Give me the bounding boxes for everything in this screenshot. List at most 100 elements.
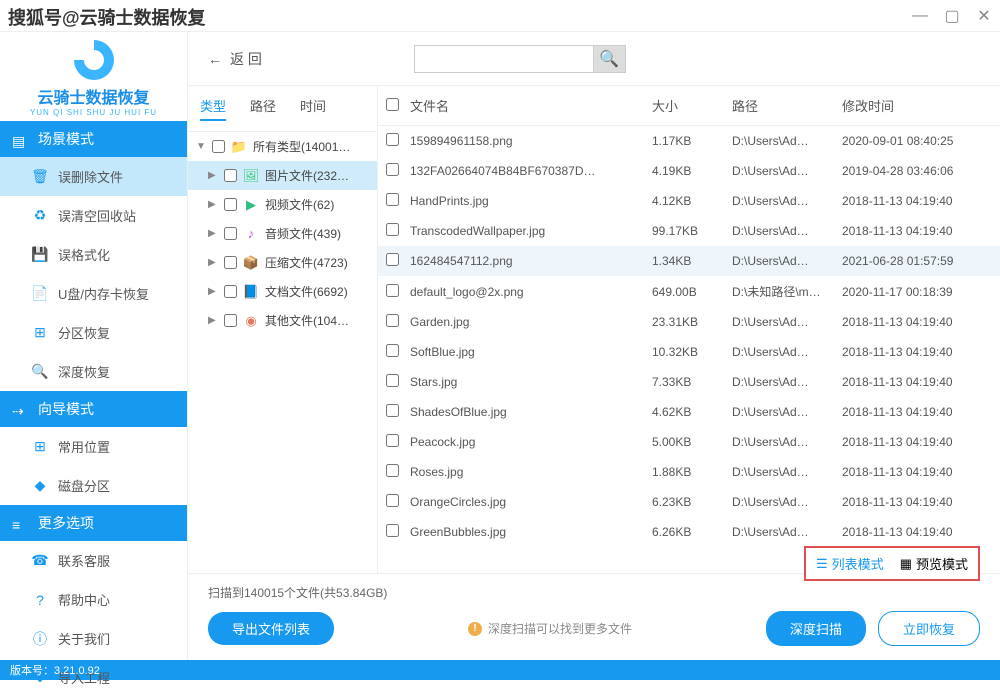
- export-list-button[interactable]: 导出文件列表: [208, 612, 334, 645]
- tree-checkbox[interactable]: [224, 285, 237, 298]
- file-checkbox[interactable]: [386, 163, 399, 176]
- tab-type[interactable]: 类型: [200, 96, 226, 121]
- col-name-header[interactable]: 文件名: [410, 96, 652, 115]
- file-checkbox[interactable]: [386, 344, 399, 357]
- expand-arrow-icon[interactable]: ▼: [196, 141, 206, 152]
- file-row[interactable]: default_logo@2x.png 649.00B D:\未知路径\m… 2…: [378, 276, 1000, 307]
- col-size-header[interactable]: 大小: [652, 96, 732, 115]
- search-input[interactable]: [414, 45, 594, 73]
- logo-title: 云骑士数据恢复: [0, 84, 187, 108]
- sidebar-item[interactable]: ⓘ关于我们: [0, 619, 187, 658]
- minimize-button[interactable]: —: [912, 8, 928, 24]
- file-checkbox[interactable]: [386, 374, 399, 387]
- file-checkbox[interactable]: [386, 284, 399, 297]
- nav-item-icon: ◆: [32, 478, 48, 494]
- preview-mode-button[interactable]: ▦ 预览模式: [900, 554, 968, 573]
- nav-item-icon: ⓘ: [32, 631, 48, 647]
- file-time: 2018-11-13 04:19:40: [842, 435, 992, 449]
- file-row[interactable]: ShadesOfBlue.jpg 4.62KB D:\Users\Ad… 201…: [378, 397, 1000, 427]
- file-checkbox[interactable]: [386, 223, 399, 236]
- expand-arrow-icon[interactable]: ▶: [208, 315, 218, 326]
- expand-arrow-icon[interactable]: ▶: [208, 199, 218, 210]
- close-button[interactable]: ✕: [976, 8, 992, 24]
- file-checkbox[interactable]: [386, 434, 399, 447]
- file-row[interactable]: 159894961158.png 1.17KB D:\Users\Ad… 202…: [378, 126, 1000, 156]
- sidebar-item[interactable]: ◆磁盘分区: [0, 466, 187, 505]
- file-checkbox[interactable]: [386, 133, 399, 146]
- tree-item[interactable]: ▶ ▶ 视频文件(62): [188, 190, 377, 219]
- file-checkbox[interactable]: [386, 524, 399, 537]
- tree-checkbox[interactable]: [224, 227, 237, 240]
- file-row[interactable]: 132FA02664074B84BF670387D… 4.19KB D:\Use…: [378, 156, 1000, 186]
- tree-checkbox[interactable]: [224, 314, 237, 327]
- file-row[interactable]: TranscodedWallpaper.jpg 99.17KB D:\Users…: [378, 216, 1000, 246]
- file-checkbox[interactable]: [386, 494, 399, 507]
- expand-arrow-icon[interactable]: ▶: [208, 170, 218, 181]
- col-path-header[interactable]: 路径: [732, 96, 842, 115]
- file-checkbox[interactable]: [386, 314, 399, 327]
- file-row[interactable]: Garden.jpg 23.31KB D:\Users\Ad… 2018-11-…: [378, 307, 1000, 337]
- file-time: 2019-04-28 03:46:06: [842, 164, 992, 178]
- tree-item[interactable]: ▶ ♪ 音频文件(439): [188, 219, 377, 248]
- list-mode-button[interactable]: ☰ 列表模式: [816, 554, 884, 573]
- tree-checkbox[interactable]: [224, 256, 237, 269]
- tree-checkbox[interactable]: [224, 198, 237, 211]
- file-row[interactable]: HandPrints.jpg 4.12KB D:\Users\Ad… 2018-…: [378, 186, 1000, 216]
- tree-item[interactable]: ▶ 📦 压缩文件(4723): [188, 248, 377, 277]
- tree-item[interactable]: ▶ 📘 文档文件(6692): [188, 277, 377, 306]
- sidebar-item[interactable]: 💾误格式化: [0, 235, 187, 274]
- nav-item-icon: 💾: [32, 247, 48, 263]
- file-name: 162484547112.png: [410, 254, 652, 268]
- sidebar-item[interactable]: ⊞分区恢复: [0, 313, 187, 352]
- sidebar-item[interactable]: 🔍深度恢复: [0, 352, 187, 391]
- recover-button[interactable]: 立即恢复: [878, 611, 980, 646]
- file-row[interactable]: Roses.jpg 1.88KB D:\Users\Ad… 2018-11-13…: [378, 457, 1000, 487]
- file-row[interactable]: Stars.jpg 7.33KB D:\Users\Ad… 2018-11-13…: [378, 367, 1000, 397]
- sidebar-item[interactable]: ⊞常用位置: [0, 427, 187, 466]
- nav-item-icon: ☎: [32, 553, 48, 569]
- tree-label: 其他文件(104…: [265, 312, 369, 329]
- tree-item[interactable]: ▼ 📁 所有类型(14001…: [188, 132, 377, 161]
- grid-icon: ▦: [900, 556, 912, 572]
- file-checkbox[interactable]: [386, 253, 399, 266]
- sidebar-item[interactable]: ☎联系客服: [0, 541, 187, 580]
- tab-path[interactable]: 路径: [250, 96, 276, 121]
- deep-scan-button[interactable]: 深度扫描: [766, 611, 866, 646]
- nav-item-icon: 📄: [32, 286, 48, 302]
- search-button[interactable]: 🔍: [594, 45, 626, 73]
- tree-item[interactable]: ▶ 🖼 图片文件(232…: [188, 161, 377, 190]
- file-row[interactable]: SoftBlue.jpg 10.32KB D:\Users\Ad… 2018-1…: [378, 337, 1000, 367]
- file-checkbox[interactable]: [386, 464, 399, 477]
- file-row[interactable]: 162484547112.png 1.34KB D:\Users\Ad… 202…: [378, 246, 1000, 276]
- file-row[interactable]: OrangeCircles.jpg 6.23KB D:\Users\Ad… 20…: [378, 487, 1000, 517]
- file-row[interactable]: GreenBubbles.jpg 6.26KB D:\Users\Ad… 201…: [378, 517, 1000, 547]
- maximize-button[interactable]: ▢: [944, 8, 960, 24]
- sidebar-item[interactable]: ♻误清空回收站: [0, 196, 187, 235]
- sidebar-item[interactable]: 🗑误删除文件: [0, 157, 187, 196]
- tree-checkbox[interactable]: [212, 140, 225, 153]
- file-name: default_logo@2x.png: [410, 285, 652, 299]
- sidebar-item[interactable]: 📄U盘/内存卡恢复: [0, 274, 187, 313]
- expand-arrow-icon[interactable]: ▶: [208, 228, 218, 239]
- back-button[interactable]: ← 返 回: [208, 49, 262, 69]
- expand-arrow-icon[interactable]: ▶: [208, 286, 218, 297]
- logo-icon: [74, 40, 114, 80]
- file-name: 132FA02664074B84BF670387D…: [410, 164, 652, 178]
- expand-arrow-icon[interactable]: ▶: [208, 257, 218, 268]
- file-checkbox[interactable]: [386, 193, 399, 206]
- file-row[interactable]: Peacock.jpg 5.00KB D:\Users\Ad… 2018-11-…: [378, 427, 1000, 457]
- file-checkbox[interactable]: [386, 404, 399, 417]
- select-all-checkbox[interactable]: [386, 98, 399, 111]
- file-name: SoftBlue.jpg: [410, 345, 652, 359]
- sidebar-item[interactable]: ?帮助中心: [0, 580, 187, 619]
- file-path: D:\未知路径\m…: [732, 283, 842, 300]
- tree-item[interactable]: ▶ ◉ 其他文件(104…: [188, 306, 377, 335]
- toolbar: ← 返 回 🔍: [188, 32, 1000, 86]
- logo-subtitle: YUN QI SHI SHU JU HUI FU: [0, 108, 187, 117]
- nav-item-icon: ♻: [32, 208, 48, 224]
- col-time-header[interactable]: 修改时间: [842, 96, 992, 115]
- file-path: D:\Users\Ad…: [732, 254, 842, 268]
- file-time: 2018-11-13 04:19:40: [842, 465, 992, 479]
- tree-checkbox[interactable]: [224, 169, 237, 182]
- tab-time[interactable]: 时间: [300, 96, 326, 121]
